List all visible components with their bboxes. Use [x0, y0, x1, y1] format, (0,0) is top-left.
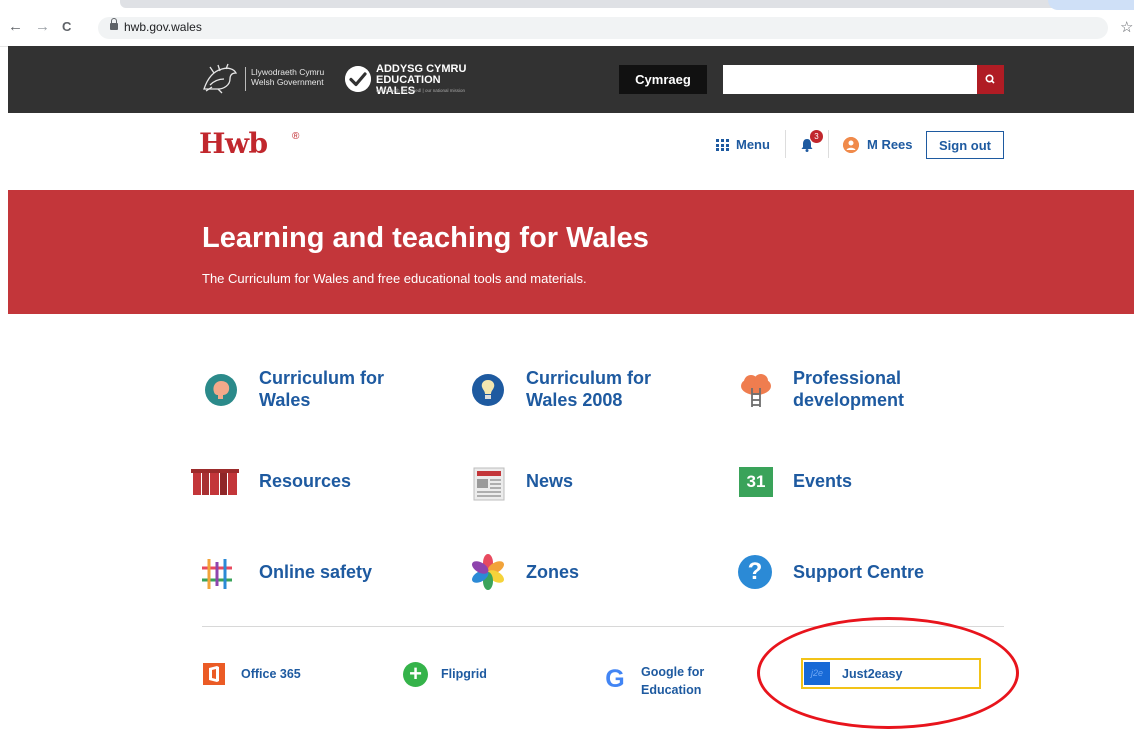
tool-label-line1: Google for: [641, 665, 705, 679]
tile-resources[interactable]: Resources: [259, 470, 429, 492]
calendar-day-text: 31: [746, 472, 766, 491]
online-safety-icon[interactable]: [199, 556, 235, 592]
welsh-government-wordmark[interactable]: Llywodraeth Cymru Welsh Government: [245, 67, 331, 91]
tile-label-line2: Wales 2008: [526, 390, 623, 410]
newspaper-icon[interactable]: [472, 466, 508, 502]
tile-label-line2: Wales: [259, 390, 311, 410]
notification-count-badge: 3: [810, 130, 823, 143]
hwb-logo[interactable]: Hwb: [199, 127, 268, 160]
header-divider: [785, 130, 786, 158]
welsh-dragon-icon[interactable]: [200, 63, 240, 95]
calendar-icon[interactable]: 31: [739, 467, 773, 497]
url-text[interactable]: hwb.gov.wales: [124, 20, 202, 34]
tile-zones[interactable]: Zones: [526, 561, 696, 583]
tile-curriculum-for-wales-2008[interactable]: Curriculum for Wales 2008: [526, 367, 696, 411]
google-g-text: G: [605, 665, 625, 693]
books-icon[interactable]: [191, 465, 239, 501]
tile-curriculum-for-wales[interactable]: Curriculum for Wales: [259, 367, 429, 411]
cymraeg-language-button[interactable]: Cymraeg: [619, 65, 707, 94]
tile-label-line1: Curriculum for: [526, 368, 652, 388]
tool-label-line2: Education: [641, 683, 702, 697]
forward-icon[interactable]: →: [35, 18, 50, 36]
hero-title: Learning and teaching for Wales: [202, 222, 649, 254]
question-mark-text: ?: [747, 558, 763, 585]
tile-label-line1: Curriculum for: [259, 368, 385, 388]
tile-events[interactable]: Events: [793, 470, 963, 492]
user-name-link[interactable]: M Rees: [867, 137, 913, 152]
tool-google-for-education[interactable]: Google for Education: [641, 663, 704, 699]
bookmark-star-icon[interactable]: ☆: [1120, 18, 1133, 36]
education-wales-check-icon[interactable]: [345, 66, 371, 92]
tile-professional-development[interactable]: Professional development: [793, 367, 963, 411]
header-divider: [828, 130, 829, 158]
brain-icon[interactable]: [203, 372, 239, 408]
search-button[interactable]: [977, 65, 1004, 94]
lock-icon: [110, 18, 118, 31]
address-bar[interactable]: [98, 17, 1108, 39]
tile-label-line2: development: [793, 390, 905, 410]
flipgrid-plus-text: +: [409, 661, 422, 686]
office365-icon[interactable]: [203, 663, 225, 685]
browser-tabs[interactable]: [120, 0, 1110, 8]
cloud-ladder-icon[interactable]: [738, 372, 774, 408]
reload-icon[interactable]: C: [62, 18, 71, 36]
search-icon: [985, 74, 995, 84]
browser-new-tab-area[interactable]: [1048, 0, 1134, 10]
lightbulb-icon[interactable]: [470, 372, 506, 408]
sign-out-button[interactable]: Sign out: [926, 131, 1004, 159]
menu-button[interactable]: Menu: [736, 137, 770, 152]
back-icon[interactable]: ←: [8, 18, 23, 36]
tile-label-line1: Professional: [793, 368, 902, 388]
education-line2: EDUCATION WALES: [376, 74, 441, 97]
welsh-gov-line1: Llywodraeth Cymru: [251, 67, 325, 77]
welsh-gov-line2: Welsh Government: [251, 77, 324, 87]
menu-grid-icon[interactable]: [716, 139, 730, 151]
search-input[interactable]: [723, 65, 977, 94]
tile-online-safety[interactable]: Online safety: [259, 561, 429, 583]
hero-subtitle: The Curriculum for Wales and free educat…: [202, 271, 587, 286]
google-icon[interactable]: G: [602, 666, 628, 692]
tile-news[interactable]: News: [526, 470, 696, 492]
flipgrid-icon[interactable]: +: [403, 662, 428, 687]
annotation-red-circle: [757, 617, 1019, 729]
education-tagline: cenhadaeth ein cenedl | our national mis…: [376, 88, 465, 93]
tool-flipgrid[interactable]: Flipgrid: [441, 665, 487, 683]
question-icon[interactable]: ?: [738, 555, 772, 589]
tool-office-365[interactable]: Office 365: [241, 665, 301, 683]
user-avatar-icon[interactable]: [843, 137, 859, 153]
registered-mark: ®: [292, 131, 300, 142]
zones-flower-icon[interactable]: [470, 554, 506, 590]
tile-support-centre[interactable]: Support Centre: [793, 561, 963, 583]
